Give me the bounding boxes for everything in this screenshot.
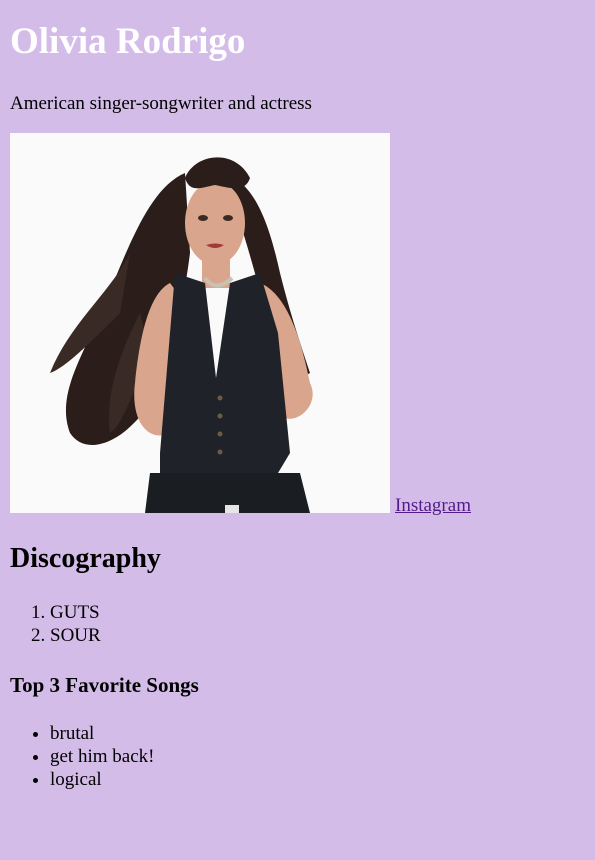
- list-item: SOUR: [50, 624, 585, 647]
- tagline: American singer-songwriter and actress: [10, 93, 312, 114]
- list-item: get him back!: [50, 745, 585, 768]
- list-item: GUTS: [50, 601, 585, 624]
- photo-row: Instagram: [10, 133, 585, 517]
- artist-photo: [10, 133, 390, 513]
- list-item: brutal: [50, 722, 585, 745]
- page-title: Olivia Rodrigo: [10, 21, 246, 62]
- discography-list: GUTS SOUR: [10, 601, 585, 647]
- favorites-heading: Top 3 Favorite Songs: [10, 673, 199, 697]
- instagram-link[interactable]: Instagram: [395, 495, 471, 517]
- favorites-list: brutal get him back! logical: [10, 722, 585, 791]
- artist-photo-image: [10, 133, 390, 513]
- list-item: logical: [50, 768, 585, 791]
- discography-heading: Discography: [10, 543, 161, 574]
